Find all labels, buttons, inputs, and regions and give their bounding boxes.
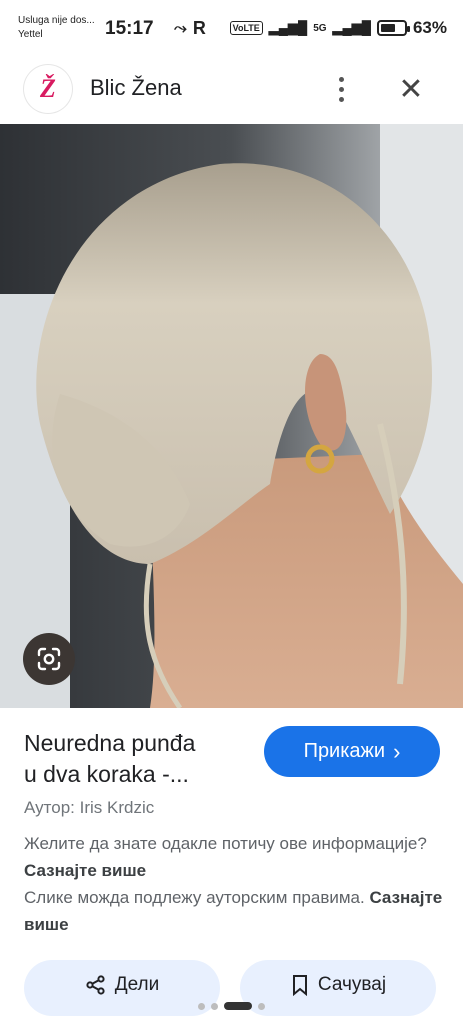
- missed-call-icon: ⤳: [174, 19, 187, 37]
- carousel-dot: [211, 1002, 218, 1010]
- info-text: Желите да знате одакле потичу ове информ…: [24, 830, 444, 938]
- battery-icon: [376, 20, 410, 36]
- learn-more-link-1[interactable]: Сазнајте више: [24, 861, 146, 880]
- network-type-icon: 5G: [313, 22, 327, 34]
- site-name[interactable]: Blic Žena: [90, 75, 182, 101]
- battery-level: 63%: [412, 18, 447, 37]
- status-bar: Usluga nije dos... Yettel 15:17 ⤳ R VoLT…: [0, 0, 463, 58]
- signal-icon: ▂▄▆█: [268, 20, 308, 35]
- share-label: Дели: [114, 974, 160, 995]
- clock: 15:17: [105, 18, 154, 39]
- source-header: Ž Blic Žena ✕: [0, 58, 463, 124]
- result-title-line1: Neuredna punđa: [24, 730, 196, 756]
- result-title[interactable]: Neuredna punđa u dva koraka -...: [24, 728, 254, 790]
- carrier-line1: Usluga nije dos...: [18, 15, 95, 26]
- info-sentence-2: Слике можда подлежу ауторским правима.: [24, 888, 370, 907]
- lens-icon: [37, 647, 61, 671]
- status-notification-icons: ⤳ R: [174, 18, 206, 39]
- close-icon[interactable]: ✕: [396, 71, 426, 107]
- save-label: Сачувај: [317, 974, 387, 995]
- chevron-right-icon: ›: [393, 738, 401, 764]
- visit-button-label: Прикажи: [303, 740, 386, 762]
- site-logo[interactable]: Ž: [24, 65, 72, 113]
- volte-icon: VoLTE: [229, 21, 263, 35]
- share-icon: [86, 975, 105, 995]
- carousel-dot: [258, 1002, 265, 1010]
- hair-photo: [0, 124, 463, 708]
- result-image[interactable]: [0, 124, 463, 708]
- status-system-icons: VoLTE ▂▄▆█ 5G ▂▄▆█ 63%: [229, 18, 447, 38]
- signal-icon-2: ▂▄▆█: [332, 20, 371, 35]
- visit-button[interactable]: Прикажи ›: [264, 726, 440, 777]
- bookmark-icon: [292, 975, 307, 996]
- more-vert-icon[interactable]: [326, 71, 356, 107]
- info-sentence-1: Желите да знате одакле потичу ове информ…: [24, 834, 427, 853]
- carrier-line2: Yettel: [18, 29, 43, 40]
- carrier-info: Usluga nije dos... Yettel: [18, 14, 95, 42]
- carousel-indicator: [0, 996, 463, 1016]
- r-app-icon: R: [192, 18, 206, 38]
- author-line: Аутор: Iris Krdzic: [24, 798, 155, 817]
- site-logo-letter: Ž: [40, 74, 56, 103]
- lens-search-button[interactable]: [23, 633, 75, 685]
- carousel-dot: [198, 1002, 205, 1010]
- carousel-dot-active: [224, 1002, 252, 1010]
- result-title-line2: u dva koraka -...: [24, 761, 189, 787]
